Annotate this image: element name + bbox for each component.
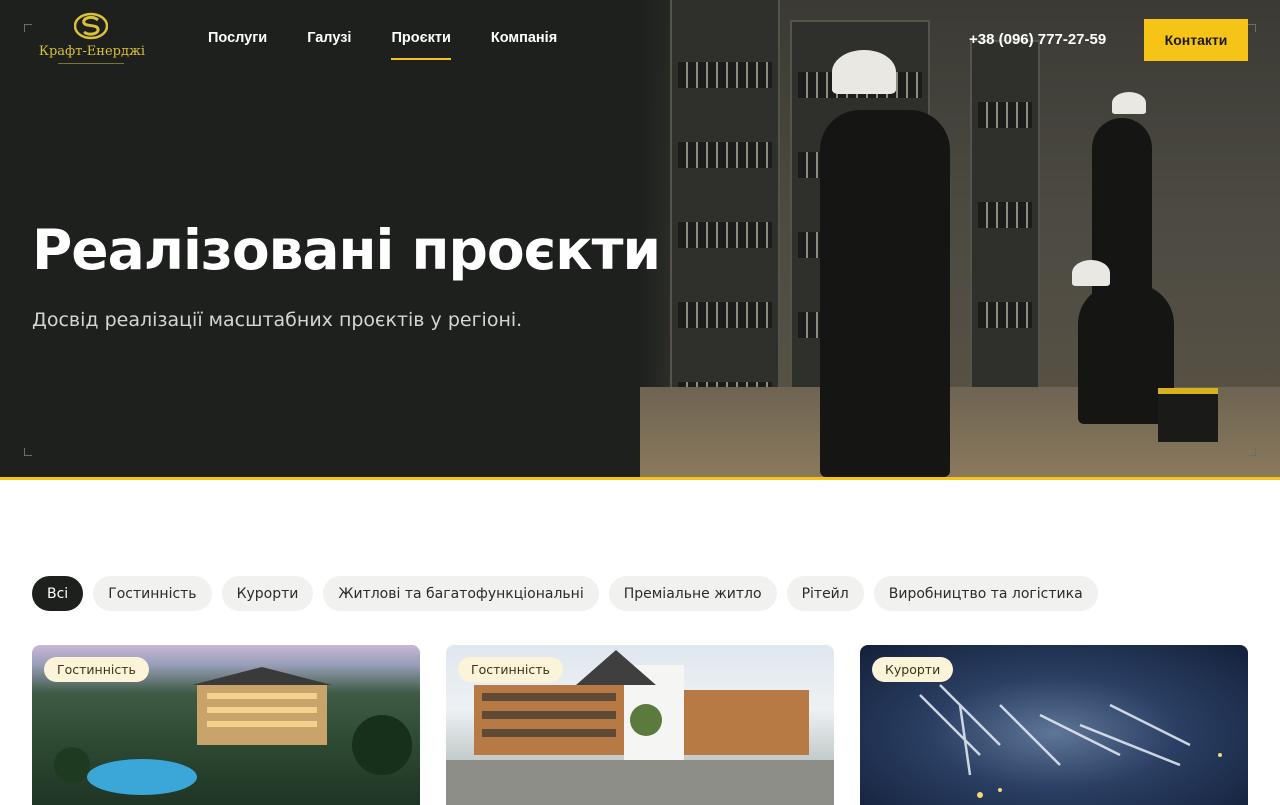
category-badge: Гостинність xyxy=(44,657,149,682)
hero-photo-electricians xyxy=(640,0,1280,477)
frame-corner xyxy=(24,448,32,456)
electrician-figure xyxy=(820,110,950,477)
project-card[interactable]: Гостинність xyxy=(32,645,420,805)
page-title: Реалізовані проєкти xyxy=(32,218,661,282)
logo[interactable]: Крафт-Енерджі xyxy=(34,12,150,66)
logo-icon xyxy=(74,12,108,40)
filter-residential-mixed-use[interactable]: Житлові та багатофункціональні xyxy=(323,576,599,611)
filter-manufacturing-logistics[interactable]: Виробництво та логістика xyxy=(873,576,1098,611)
page-subtitle: Досвід реалізації масштабних проєктів у … xyxy=(32,309,523,331)
hero-section: Крафт-Енерджі Послуги Галузі Проєкти Ком… xyxy=(0,0,1280,480)
contacts-button[interactable]: Контакти xyxy=(1144,19,1248,61)
electrical-cabinet xyxy=(970,40,1040,440)
phone-link[interactable]: +38 (096) 777-27-59 xyxy=(969,31,1106,48)
frame-corner xyxy=(1248,448,1256,456)
helmet-icon xyxy=(1072,260,1110,286)
main-nav: Послуги Галузі Проєкти Компанія xyxy=(208,30,557,60)
frame-corner xyxy=(1248,24,1256,32)
logo-underline xyxy=(58,63,124,64)
nav-item-services[interactable]: Послуги xyxy=(208,30,267,60)
filter-resorts[interactable]: Курорти xyxy=(221,576,314,611)
category-badge: Курорти xyxy=(872,657,954,682)
filter-hospitality[interactable]: Гостинність xyxy=(93,576,212,611)
toolbag xyxy=(1158,388,1218,442)
helmet-icon xyxy=(832,50,896,94)
category-filters: Всі Гостинність Курорти Житлові та багат… xyxy=(32,576,1098,611)
filter-premium-housing[interactable]: Преміальне житло xyxy=(608,576,777,611)
nav-item-industries[interactable]: Галузі xyxy=(307,30,351,60)
project-card[interactable]: Курорти xyxy=(860,645,1248,805)
category-badge: Гостинність xyxy=(458,657,563,682)
logo-text: Крафт-Енерджі xyxy=(38,44,146,59)
frame-corner xyxy=(24,24,32,32)
nav-item-company[interactable]: Компанія xyxy=(491,30,557,60)
project-card[interactable]: Гостинність xyxy=(446,645,834,805)
filter-retail[interactable]: Рітейл xyxy=(786,576,864,611)
nav-item-projects[interactable]: Проєкти xyxy=(391,30,451,60)
filter-all[interactable]: Всі xyxy=(32,576,84,611)
helmet-icon xyxy=(1112,92,1146,114)
